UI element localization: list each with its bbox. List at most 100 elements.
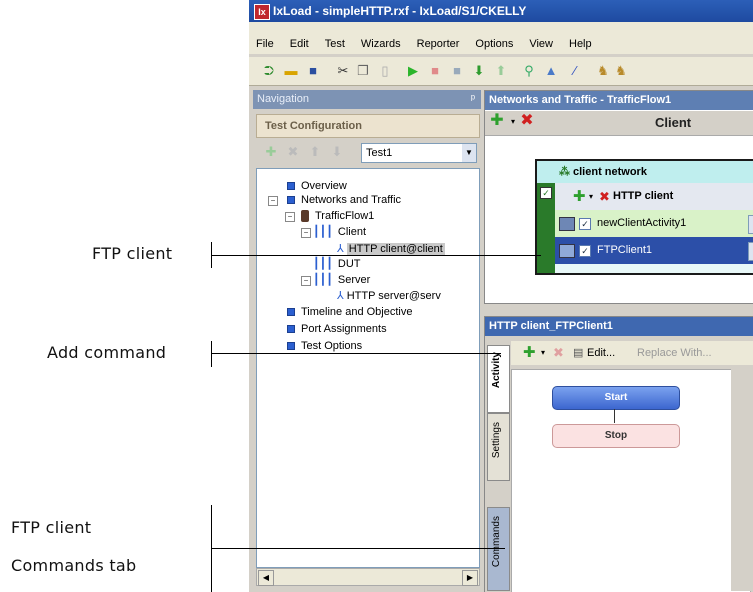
run-icon[interactable]: ▶ xyxy=(405,63,421,79)
activity-panel-header: HTTP client_FTPClient1 xyxy=(485,317,753,336)
activity-icon: ⅄ xyxy=(337,290,344,302)
add-activity-icon[interactable]: ✚ xyxy=(573,183,586,210)
navigation-toolbar: ✚ ✖ ⬆ ⬇ Test1 ▼ xyxy=(261,142,479,164)
menu-edit[interactable]: Edit xyxy=(290,38,309,50)
title-gap xyxy=(249,22,753,34)
activity-label: FTPClient1 xyxy=(597,244,653,256)
pin-icon[interactable]: ᵖ xyxy=(471,90,475,109)
menu-view[interactable]: View xyxy=(529,38,553,50)
callout-tick xyxy=(211,341,212,367)
tree-item-http-server[interactable]: ⅄ HTTP server@serv xyxy=(337,289,441,304)
upload-icon[interactable]: ⬆ xyxy=(493,63,509,79)
activity-label: newClientActivity1 xyxy=(597,217,687,229)
menu-file[interactable]: File xyxy=(256,38,274,50)
add-icon[interactable]: ✚ xyxy=(263,144,279,160)
menu-test[interactable]: Test xyxy=(325,38,345,50)
activity-icon: ⅄ xyxy=(337,243,344,255)
activity-group-row[interactable]: ✚ ▾ ✖ HTTP client xyxy=(555,183,753,210)
activity-row-newclientactivity1[interactable]: ✓ newClientActivity1 xyxy=(555,210,753,237)
window-title: IxLoad - simpleHTTP.rxf - IxLoad/S1/CKEL… xyxy=(273,4,527,18)
flow-start-node[interactable]: Start xyxy=(552,386,680,410)
activity-group-label: HTTP client xyxy=(613,190,674,202)
paste-icon[interactable]: ▯ xyxy=(377,63,393,79)
collapse-icon[interactable]: − xyxy=(285,212,295,222)
edit-button[interactable]: Edit... xyxy=(587,341,615,365)
toolbar: ⮊ ▬ ■ ✂ ❐ ▯ ▶ ■ ■ ⬇ ⬆ ⚲ ▲ ⁄ ♞ ♞ xyxy=(249,57,753,86)
tree-item-networks[interactable]: Networks and Traffic xyxy=(287,193,401,208)
horizontal-scrollbar[interactable]: ◀ ▶ xyxy=(256,568,480,586)
add-command-icon[interactable]: ✚ xyxy=(523,341,536,365)
scroll-right-icon[interactable]: ▶ xyxy=(462,570,478,586)
test-configuration-header[interactable]: Test Configuration xyxy=(256,114,480,138)
activity-checkbox[interactable]: ✓ xyxy=(579,245,591,257)
move-up-icon[interactable]: ⬆ xyxy=(307,144,323,160)
collapse-icon[interactable]: − xyxy=(301,276,311,286)
tree-item-dut[interactable]: ┃┃┃ DUT xyxy=(313,257,360,272)
delete-network-icon[interactable]: ✖ xyxy=(519,113,535,129)
activity-panel: HTTP client_FTPClient1 Activity Settings… xyxy=(484,316,753,592)
chevron-down-icon[interactable]: ▼ xyxy=(462,144,476,162)
pen-icon[interactable]: ⁄ xyxy=(567,63,583,79)
activity-dropdown[interactable] xyxy=(748,242,753,261)
download-icon[interactable]: ⬇ xyxy=(471,63,487,79)
scroll-left-icon[interactable]: ◀ xyxy=(258,570,274,586)
search-icon[interactable]: ⚲ xyxy=(521,63,537,79)
annotation-ftp-client: FTP client xyxy=(92,244,173,263)
open-folder-icon[interactable]: ▬ xyxy=(283,63,299,79)
delete-icon[interactable]: ✖ xyxy=(285,144,301,160)
wizard-icon[interactable]: ♞ xyxy=(595,63,611,79)
activity-dropdown[interactable] xyxy=(748,215,753,234)
node-icon xyxy=(287,308,295,317)
test-tree: Overview − Networks and Traffic − Traffi… xyxy=(256,168,480,568)
tree-item-trafficflow[interactable]: TrafficFlow1 xyxy=(301,209,374,224)
save-icon[interactable]: ■ xyxy=(305,63,321,79)
menu-help[interactable]: Help xyxy=(569,38,592,50)
delete-activity-icon[interactable]: ✖ xyxy=(599,183,610,210)
stop-icon[interactable]: ■ xyxy=(427,63,443,79)
client-network-header[interactable]: ⁂ client network xyxy=(537,161,753,183)
tree-item-timeline[interactable]: Timeline and Objective xyxy=(287,305,412,320)
flow-stop-node[interactable]: Stop xyxy=(552,424,680,448)
tab-commands[interactable]: Commands xyxy=(487,507,510,591)
wizard-icon-2[interactable]: ♞ xyxy=(613,63,629,79)
navigation-title: Navigation xyxy=(257,93,309,105)
activity-icon xyxy=(559,244,575,258)
menu-reporter[interactable]: Reporter xyxy=(417,38,460,50)
tree-item-ports[interactable]: Port Assignments xyxy=(287,322,387,337)
delete-command-icon[interactable]: ✖ xyxy=(553,341,564,365)
add-network-icon[interactable]: ✚ xyxy=(489,113,505,129)
pause-icon[interactable]: ■ xyxy=(449,63,465,79)
menu-options[interactable]: Options xyxy=(475,38,513,50)
client-network-box[interactable]: ✓ ⁂ client network ✚ ▾ ✖ HTTP client ✓ n… xyxy=(535,159,753,275)
import-icon[interactable]: ⮊ xyxy=(261,63,277,79)
vertical-tabs: Activity Settings Commands xyxy=(487,341,510,591)
cut-icon[interactable]: ✂ xyxy=(335,63,351,79)
flow-arrow xyxy=(614,409,615,423)
tree-item-server[interactable]: ┃┃┃ Server xyxy=(313,273,370,288)
tree-item-client[interactable]: ┃┃┃ Client xyxy=(313,225,366,240)
networks-toolbar: ✚ ▾ ✖ Client xyxy=(485,111,753,136)
menu-wizards[interactable]: Wizards xyxy=(361,38,401,50)
callout-line-overlay xyxy=(249,548,505,549)
commands-toolbar: ✚ ▾ ✖ ▤ Edit... Replace With... xyxy=(511,341,753,365)
activity-row-ftpclient1[interactable]: ✓ FTPClient1 xyxy=(555,237,753,264)
networks-traffic-header: Networks and Traffic - TrafficFlow1 xyxy=(485,91,753,110)
replace-with-button[interactable]: Replace With... xyxy=(637,341,712,365)
collapse-icon[interactable]: − xyxy=(268,196,278,206)
network-enable-checkbox[interactable]: ✓ xyxy=(540,187,552,199)
dropdown-arrow-icon[interactable]: ▾ xyxy=(589,183,593,210)
tab-settings[interactable]: Settings xyxy=(487,413,510,481)
activity-checkbox[interactable]: ✓ xyxy=(579,218,591,230)
collapse-icon[interactable]: − xyxy=(301,228,311,238)
tab-activity[interactable]: Activity xyxy=(487,345,510,413)
analyzer-icon[interactable]: ▲ xyxy=(543,63,559,79)
node-icon xyxy=(287,342,295,351)
tree-item-options[interactable]: Test Options xyxy=(287,339,362,354)
dropdown-arrow-icon[interactable]: ▾ xyxy=(541,341,545,365)
test-select[interactable]: Test1 ▼ xyxy=(361,143,477,163)
move-down-icon[interactable]: ⬇ xyxy=(329,144,345,160)
canvas-side-strip xyxy=(731,369,751,591)
tree-item-overview[interactable]: Overview xyxy=(287,179,347,194)
node-icon xyxy=(287,196,295,205)
copy-icon[interactable]: ❐ xyxy=(355,63,371,79)
